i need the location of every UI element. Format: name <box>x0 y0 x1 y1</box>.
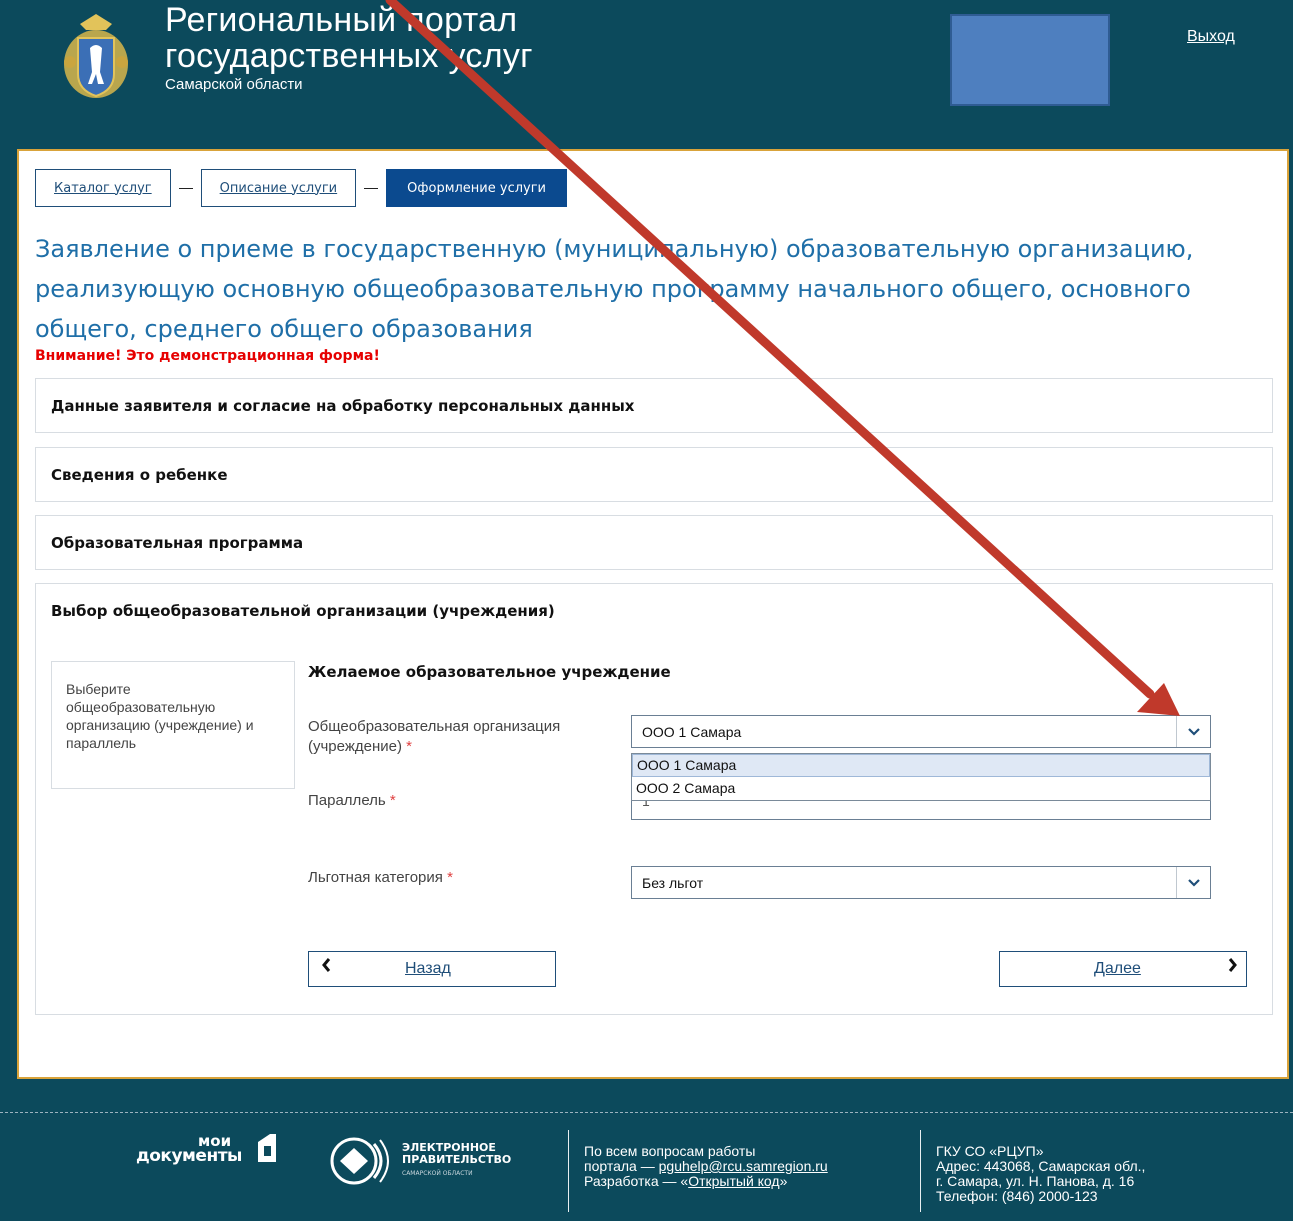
developer-link[interactable]: Открытый код <box>688 1173 779 1189</box>
desired-school-heading: Желаемое образовательное учреждение <box>308 663 671 681</box>
moi-documenty-logo[interactable]: мои документы <box>112 1130 282 1182</box>
site-title-line2: государственных услуг <box>165 37 533 75</box>
footer-support-prefix: портала — <box>584 1158 659 1174</box>
breadcrumb-separator <box>178 187 193 189</box>
egov-logo[interactable]: ЭЛЕКТРОННОЕ ПРАВИТЕЛЬСТВО САМАРСКОЙ ОБЛА… <box>330 1136 530 1186</box>
section-applicant-title: Данные заявителя и согласие на обработку… <box>51 397 635 415</box>
grade-label-text: Параллель <box>308 792 386 809</box>
benefit-label-text: Льготная категория <box>308 869 443 886</box>
org-label-text: Общеобразовательная организация (учрежде… <box>308 718 561 755</box>
breadcrumb-current: Оформление услуги <box>386 169 568 207</box>
egov-subtitle: САМАРСКОЙ ОБЛАСТИ <box>402 1170 473 1177</box>
footer-support: По всем вопросам работы портала — pguhel… <box>584 1144 828 1189</box>
demo-warning: Внимание! Это демонстрационная форма! <box>35 348 380 364</box>
org-select-value: ООО 1 Самара <box>642 724 742 740</box>
page-title: Заявление о приеме в государственную (му… <box>35 235 1194 343</box>
site-title: Региональный портал государственных услу… <box>165 2 533 96</box>
breadcrumb-separator <box>364 187 379 189</box>
footer-org-info: ГКУ СО «РЦУП» Адрес: 443068, Самарская о… <box>936 1144 1145 1204</box>
next-button[interactable]: Далее <box>999 951 1247 987</box>
grade-field-label: Параллель * <box>308 791 396 811</box>
chevron-left-icon <box>321 957 331 978</box>
back-button-label: Назад <box>405 960 451 977</box>
hint-box: Выберите общеобразовательную организацию… <box>51 661 295 789</box>
moi-logo-line2: документы <box>136 1146 242 1166</box>
section-program[interactable]: Образовательная программа <box>35 515 1273 570</box>
support-email-link[interactable]: pguhelp@rcu.samregion.ru <box>659 1158 828 1174</box>
egov-title: ЭЛЕКТРОННОЕ ПРАВИТЕЛЬСТВО <box>402 1142 511 1166</box>
footer-dev-prefix: Разработка — « <box>584 1173 689 1189</box>
coat-of-arms-icon <box>64 14 128 98</box>
user-info-redacted <box>950 14 1110 106</box>
chevron-down-icon[interactable] <box>1176 867 1210 898</box>
footer-dev-suffix: » <box>779 1173 788 1189</box>
benefit-field-label: Льготная категория * <box>308 868 453 888</box>
footer-support-line2: портала — pguhelp@rcu.samregion.ru <box>584 1159 828 1174</box>
footer-separator <box>920 1130 921 1212</box>
section-school-title[interactable]: Выбор общеобразовательной организации (у… <box>51 602 555 620</box>
site-header: Региональный портал государственных услу… <box>0 0 1293 148</box>
section-program-title: Образовательная программа <box>51 534 304 552</box>
breadcrumb-catalog[interactable]: Каталог услуг <box>35 169 171 207</box>
site-title-region: Самарской области <box>165 76 303 93</box>
benefit-select[interactable]: Без льгот <box>631 866 1211 899</box>
org-option[interactable]: ООО 1 Самара <box>632 754 1210 777</box>
section-child-title: Сведения о ребенке <box>51 466 228 484</box>
section-school: Выбор общеобразовательной организации (у… <box>35 583 1273 1015</box>
benefit-select-value: Без льгот <box>642 875 704 891</box>
org-field-label: Общеобразовательная организация (учрежде… <box>308 717 618 757</box>
org-dropdown-list: ООО 1 Самара ООО 2 Самара <box>631 753 1211 801</box>
breadcrumb: Каталог услуг Описание услуги Оформление… <box>35 169 568 207</box>
chevron-down-icon[interactable] <box>1176 716 1210 747</box>
chevron-right-icon <box>1228 957 1238 978</box>
footer-separator <box>568 1130 569 1212</box>
org-option[interactable]: ООО 2 Самара <box>632 777 1210 800</box>
footer-support-line3: Разработка — «Открытый код» <box>584 1174 828 1189</box>
required-mark: * <box>389 792 396 809</box>
footer-support-line1: По всем вопросам работы <box>584 1143 756 1159</box>
egov-title-line2: ПРАВИТЕЛЬСТВО <box>402 1153 512 1166</box>
next-button-label: Далее <box>1094 960 1141 977</box>
moi-logo-icon <box>258 1134 276 1162</box>
footer-divider <box>0 1112 1293 1113</box>
footer-org-address2: г. Самара, ул. Н. Панова, д. 16 <box>936 1173 1135 1189</box>
main-content: Каталог услуг Описание услуги Оформление… <box>17 149 1289 1079</box>
section-child[interactable]: Сведения о ребенке <box>35 447 1273 502</box>
required-mark: * <box>406 738 412 755</box>
required-mark: * <box>447 869 453 886</box>
breadcrumb-description[interactable]: Описание услуги <box>200 169 357 207</box>
section-applicant[interactable]: Данные заявителя и согласие на обработку… <box>35 378 1273 433</box>
logout-link[interactable]: Выход <box>1187 28 1235 46</box>
footer-org-phone: Телефон: (846) 2000-123 <box>936 1188 1098 1204</box>
footer-org-address1: Адрес: 443068, Самарская обл., <box>936 1158 1146 1174</box>
org-select[interactable]: ООО 1 Самара <box>631 715 1211 748</box>
site-title-line1: Региональный портал <box>165 1 518 39</box>
back-button[interactable]: Назад <box>308 951 556 987</box>
footer-org-name: ГКУ СО «РЦУП» <box>936 1143 1044 1159</box>
egov-emblem-icon <box>330 1137 389 1185</box>
